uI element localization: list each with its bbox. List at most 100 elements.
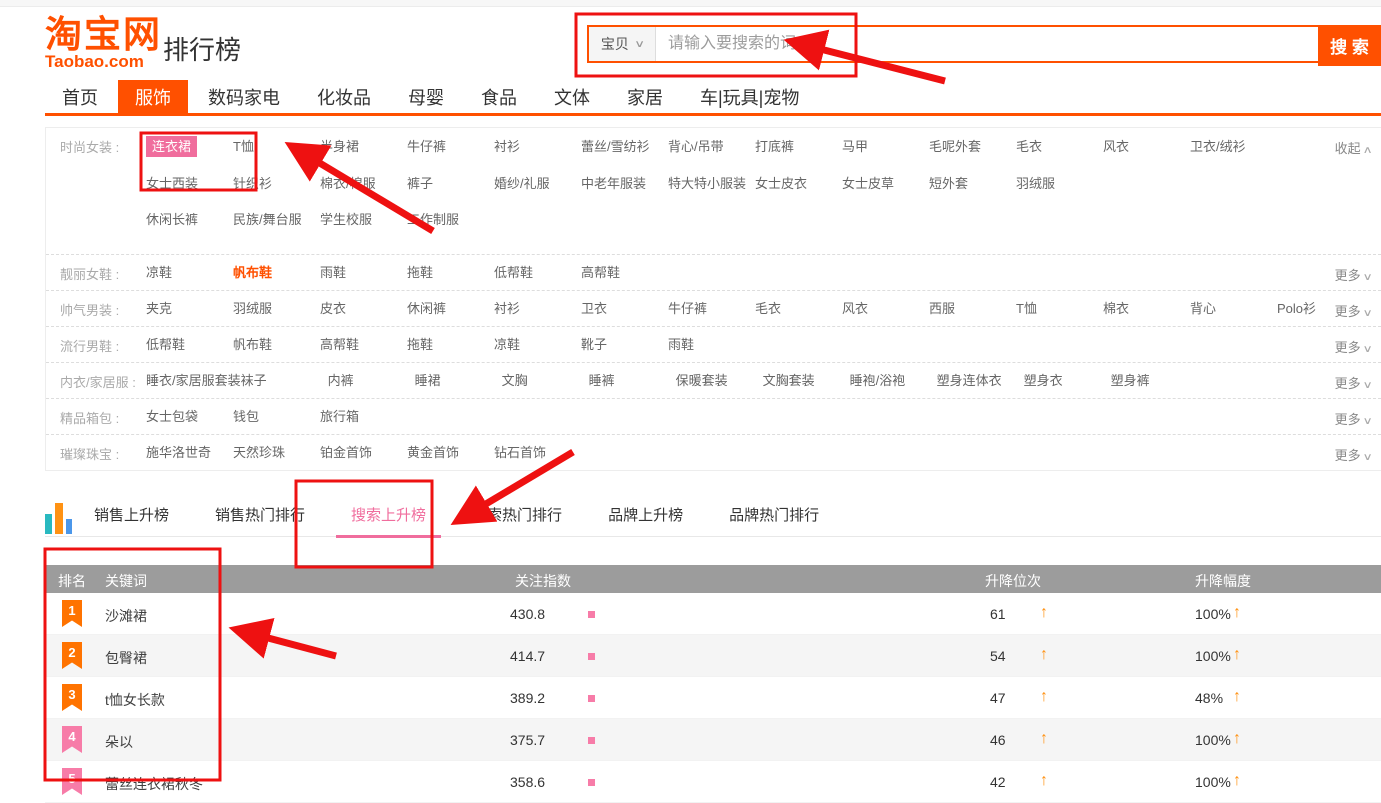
category-item[interactable]: 塑身衣	[1024, 371, 1111, 390]
nav-tab-8[interactable]: 车|玩具|宠物	[683, 80, 816, 113]
category-item[interactable]: 凉鞋	[494, 335, 581, 354]
category-item[interactable]: 凉鞋	[146, 263, 233, 282]
rank-tab-2[interactable]: 搜索上升榜	[351, 492, 426, 537]
category-item[interactable]: 西服	[929, 299, 1016, 318]
category-item[interactable]: T恤	[1016, 299, 1103, 318]
category-item[interactable]: 毛呢外套	[929, 137, 1016, 156]
keyword-link[interactable]: 蕾丝连衣裙秋冬	[105, 774, 203, 794]
category-item[interactable]: 睡裤	[589, 371, 676, 390]
category-item[interactable]: 钻石首饰	[494, 443, 581, 462]
category-item[interactable]: 睡裙	[415, 371, 502, 390]
category-item[interactable]: 帆布鞋	[233, 263, 320, 282]
category-item[interactable]: 打底裤	[755, 137, 842, 156]
category-item[interactable]: 针织衫	[233, 174, 320, 193]
category-item[interactable]: 毛衣	[1016, 137, 1103, 156]
category-item[interactable]: 蕾丝/雪纺衫	[581, 137, 668, 156]
category-item[interactable]: 女士西装	[146, 174, 233, 193]
category-item[interactable]: 衬衫	[494, 299, 581, 318]
category-item[interactable]: 旅行箱	[320, 407, 407, 426]
rank-tab-1[interactable]: 销售热门排行	[215, 492, 305, 537]
keyword-link[interactable]: 沙滩裙	[105, 606, 147, 626]
category-item[interactable]: 连衣裙	[146, 136, 233, 157]
category-item[interactable]: 低帮鞋	[494, 263, 581, 282]
category-item[interactable]: 钱包	[233, 407, 320, 426]
category-item[interactable]: 棉衣	[1103, 299, 1190, 318]
more-link[interactable]: 更多∨	[1335, 337, 1371, 356]
category-item[interactable]: 高帮鞋	[320, 335, 407, 354]
category-item[interactable]: 马甲	[842, 137, 929, 156]
category-item[interactable]: 风衣	[842, 299, 929, 318]
collapse-link[interactable]: 收起∧	[1335, 138, 1371, 157]
category-item[interactable]: 休闲长裤	[146, 210, 233, 229]
category-item[interactable]: 卫衣/绒衫	[1190, 137, 1277, 156]
rank-tab-5[interactable]: 品牌热门排行	[729, 492, 819, 537]
category-item[interactable]: 背心	[1190, 299, 1277, 318]
category-item[interactable]: 袜子	[241, 371, 328, 390]
rank-tab-3[interactable]: 搜索热门排行	[472, 492, 562, 537]
more-link[interactable]: 更多∨	[1335, 409, 1371, 428]
category-item[interactable]: 帆布鞋	[233, 335, 320, 354]
category-item[interactable]: 皮衣	[320, 299, 407, 318]
taobao-logo[interactable]: 淘宝网 Taobao.com	[45, 16, 162, 69]
category-item[interactable]: 牛仔裤	[668, 299, 755, 318]
category-item[interactable]: 文胸套装	[763, 371, 850, 390]
more-link[interactable]: 更多∨	[1335, 445, 1371, 464]
more-link[interactable]: 更多∨	[1335, 373, 1371, 392]
category-item[interactable]: 高帮鞋	[581, 263, 668, 282]
nav-tab-3[interactable]: 化妆品	[300, 80, 388, 113]
category-item[interactable]: T恤	[233, 137, 320, 156]
category-item[interactable]: 低帮鞋	[146, 335, 233, 354]
category-item[interactable]: 睡袍/浴袍	[850, 371, 937, 390]
category-item[interactable]: 文胸	[502, 371, 589, 390]
category-item[interactable]: 牛仔裤	[407, 137, 494, 156]
category-item[interactable]: 拖鞋	[407, 335, 494, 354]
more-link[interactable]: 更多∨	[1335, 265, 1371, 284]
keyword-link[interactable]: 包臀裙	[105, 648, 147, 668]
search-category-dropdown[interactable]: 宝贝 ∨	[589, 27, 656, 61]
category-item[interactable]: 婚纱/礼服	[494, 174, 581, 193]
more-link[interactable]: 更多∨	[1335, 301, 1371, 320]
category-item[interactable]: 中老年服装	[581, 174, 668, 193]
category-item[interactable]: 拖鞋	[407, 263, 494, 282]
category-item[interactable]: 黄金首饰	[407, 443, 494, 462]
nav-tab-4[interactable]: 母婴	[391, 80, 461, 113]
category-item[interactable]: 羽绒服	[1016, 174, 1103, 193]
category-item[interactable]: 塑身裤	[1111, 371, 1198, 390]
category-item[interactable]: 毛衣	[755, 299, 842, 318]
category-item[interactable]: 休闲裤	[407, 299, 494, 318]
category-item[interactable]: 女士皮草	[842, 174, 929, 193]
category-item[interactable]: 保暖套装	[676, 371, 763, 390]
category-item[interactable]: 背心/吊带	[668, 137, 755, 156]
keyword-link[interactable]: t恤女长款	[105, 690, 165, 710]
search-button[interactable]: 搜 索	[1318, 25, 1381, 66]
category-item[interactable]: 特大特小服装	[668, 174, 755, 193]
category-item[interactable]: 塑身连体衣	[937, 371, 1024, 390]
category-item[interactable]: 铂金首饰	[320, 443, 407, 462]
nav-tab-0[interactable]: 首页	[45, 80, 115, 113]
category-item[interactable]: 工作制服	[407, 210, 494, 229]
category-item[interactable]: 半身裙	[320, 137, 407, 156]
category-item[interactable]: 内裤	[328, 371, 415, 390]
nav-tab-7[interactable]: 家居	[610, 80, 680, 113]
nav-tab-6[interactable]: 文体	[537, 80, 607, 113]
category-item[interactable]: 风衣	[1103, 137, 1190, 156]
category-item[interactable]: 羽绒服	[233, 299, 320, 318]
category-item[interactable]: 学生校服	[320, 210, 407, 229]
nav-tab-2[interactable]: 数码家电	[191, 80, 297, 113]
category-item[interactable]: 女士皮衣	[755, 174, 842, 193]
nav-tab-1[interactable]: 服饰	[118, 80, 188, 113]
category-item[interactable]: 雨鞋	[668, 335, 755, 354]
category-item[interactable]: 夹克	[146, 299, 233, 318]
category-item[interactable]: 卫衣	[581, 299, 668, 318]
category-item[interactable]: 雨鞋	[320, 263, 407, 282]
category-item[interactable]: 天然珍珠	[233, 443, 320, 462]
keyword-link[interactable]: 朵以	[105, 732, 133, 752]
category-item[interactable]: 棉衣/棉服	[320, 174, 407, 193]
rank-tab-0[interactable]: 销售上升榜	[94, 492, 169, 537]
nav-tab-5[interactable]: 食品	[464, 80, 534, 113]
rank-tab-4[interactable]: 品牌上升榜	[608, 492, 683, 537]
search-input[interactable]	[656, 27, 1318, 61]
category-item[interactable]: 靴子	[581, 335, 668, 354]
category-item[interactable]: 女士包袋	[146, 407, 233, 426]
category-item[interactable]: 短外套	[929, 174, 1016, 193]
